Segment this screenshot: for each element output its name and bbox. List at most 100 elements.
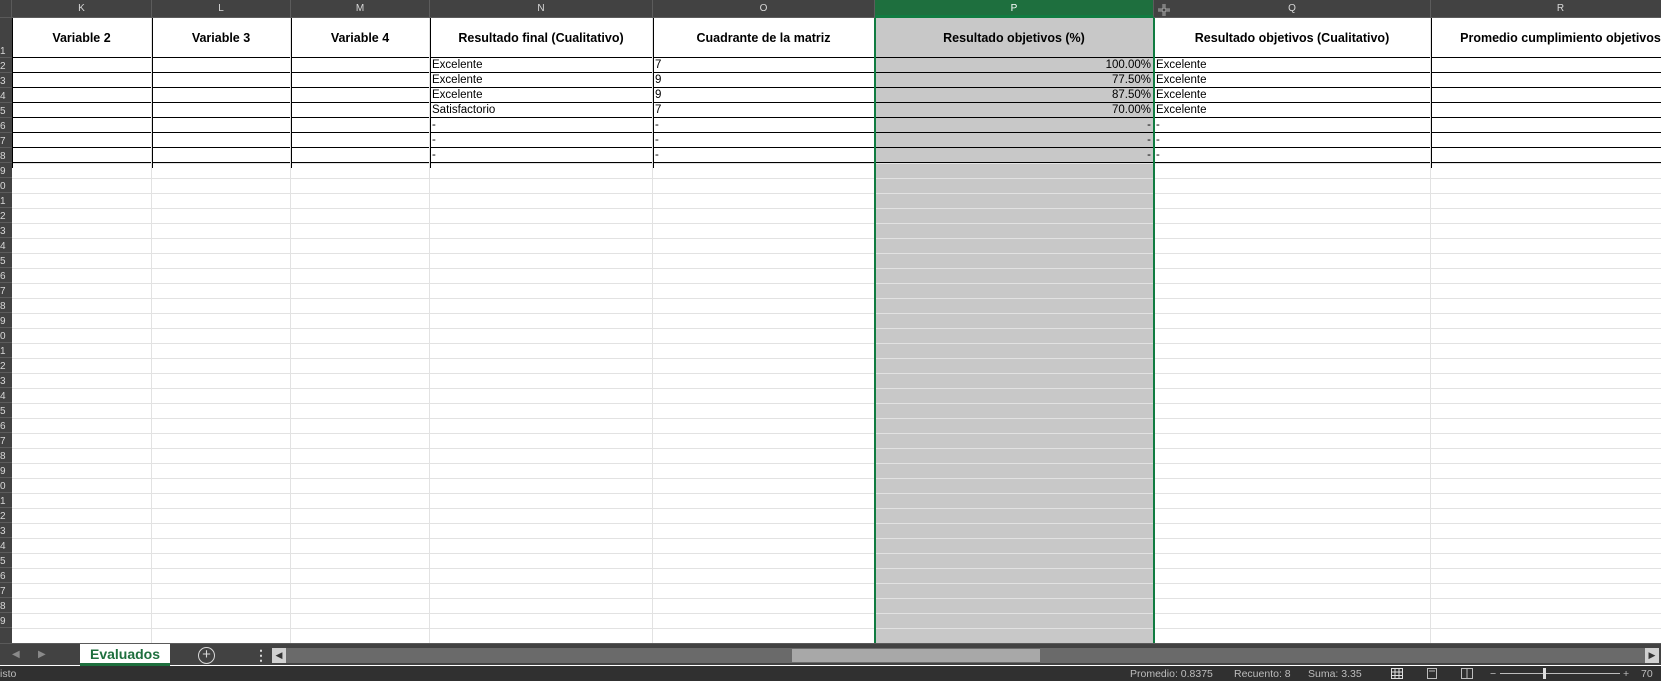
cell-k8[interactable]	[12, 148, 151, 163]
cell-p5[interactable]: 70.00%	[875, 103, 1153, 118]
row-header[interactable]: 9	[0, 613, 12, 628]
row-header[interactable]: 2	[0, 58, 12, 73]
cell-o2[interactable]: 7	[653, 58, 874, 73]
next-sheet-icon[interactable]: ▶	[38, 644, 46, 666]
row-header[interactable]: 1	[0, 193, 12, 208]
cell-o6[interactable]: -	[653, 118, 874, 133]
row-header[interactable]: 3	[0, 523, 12, 538]
cell-m8[interactable]	[291, 148, 429, 163]
cell-m3[interactable]	[291, 73, 429, 88]
row-header[interactable]: 0	[0, 478, 12, 493]
cell-p8[interactable]: -	[875, 148, 1153, 163]
cell-p6[interactable]: -	[875, 118, 1153, 133]
header-cell-l[interactable]: Variable 3	[152, 18, 290, 58]
cell-l3[interactable]	[152, 73, 290, 88]
normal-view-icon[interactable]	[1391, 668, 1403, 679]
cell-l7[interactable]	[152, 133, 290, 148]
cell-m2[interactable]	[291, 58, 429, 73]
row-header[interactable]: 7	[0, 433, 12, 448]
row-header[interactable]: 4	[0, 88, 12, 103]
cell-l2[interactable]	[152, 58, 290, 73]
column-header-l[interactable]: L	[152, 0, 291, 18]
zoom-in-icon[interactable]: +	[1623, 668, 1629, 680]
row-header[interactable]: 2	[0, 358, 12, 373]
row-header[interactable]: 4	[0, 538, 12, 553]
column-header-p[interactable]: P	[875, 0, 1154, 18]
cell-q8[interactable]: -	[1154, 148, 1430, 163]
row-header[interactable]: 3	[0, 223, 12, 238]
row-header[interactable]: 7	[0, 283, 12, 298]
cell-n6[interactable]: -	[430, 118, 652, 133]
zoom-slider-knob[interactable]	[1543, 668, 1546, 679]
cell-q6[interactable]: -	[1154, 118, 1430, 133]
cell-o7[interactable]: -	[653, 133, 874, 148]
zoom-out-icon[interactable]: −	[1490, 668, 1496, 680]
cell-m7[interactable]	[291, 133, 429, 148]
row-header[interactable]: 6	[0, 568, 12, 583]
row-header[interactable]: 4	[0, 238, 12, 253]
zoom-slider[interactable]	[1500, 673, 1620, 674]
cell-p7[interactable]: -	[875, 133, 1153, 148]
zoom-level[interactable]: 70	[1641, 668, 1653, 680]
column-header-o[interactable]: O	[653, 0, 875, 18]
row-header[interactable]: 5	[0, 403, 12, 418]
row-header[interactable]: 0	[0, 178, 12, 193]
cell-r5[interactable]	[1431, 103, 1661, 118]
cell-l8[interactable]	[152, 148, 290, 163]
cell-o4[interactable]: 9	[653, 88, 874, 103]
cell-p4[interactable]: 87.50%	[875, 88, 1153, 103]
row-header[interactable]: 3	[0, 373, 12, 388]
cell-p3[interactable]: 77.50%	[875, 73, 1153, 88]
row-header[interactable]: 4	[0, 388, 12, 403]
row-header[interactable]: 8	[0, 448, 12, 463]
select-all-corner[interactable]	[0, 0, 12, 18]
cell-n2[interactable]: Excelente	[430, 58, 652, 73]
page-break-view-icon[interactable]	[1461, 668, 1473, 679]
row-header[interactable]: 1	[0, 343, 12, 358]
cell-r8[interactable]	[1431, 148, 1661, 163]
cell-n8[interactable]: -	[430, 148, 652, 163]
cell-grid[interactable]: Variable 2 Variable 3 Variable 4 Resultado …	[12, 18, 1661, 643]
row-header[interactable]: 6	[0, 268, 12, 283]
more-options-icon[interactable]: ⋮	[254, 644, 268, 666]
column-header-k[interactable]: K	[12, 0, 152, 18]
column-header-m[interactable]: M	[291, 0, 430, 18]
cell-n7[interactable]: -	[430, 133, 652, 148]
cell-l6[interactable]	[152, 118, 290, 133]
cell-l5[interactable]	[152, 103, 290, 118]
cell-q7[interactable]: -	[1154, 133, 1430, 148]
row-header[interactable]: 8	[0, 148, 12, 163]
row-header[interactable]: 8	[0, 598, 12, 613]
row-header[interactable]: 7	[0, 133, 12, 148]
cell-q5[interactable]: Excelente	[1154, 103, 1430, 118]
row-header[interactable]: 1	[0, 493, 12, 508]
column-header-q[interactable]: Q	[1154, 0, 1431, 18]
row-header[interactable]: 2	[0, 508, 12, 523]
row-header[interactable]: 9	[0, 313, 12, 328]
cell-p2[interactable]: 100.00%	[875, 58, 1153, 73]
header-cell-r[interactable]: Promedio cumplimiento objetivos	[1431, 18, 1661, 58]
cell-n5[interactable]: Satisfactorio	[430, 103, 652, 118]
cell-k4[interactable]	[12, 88, 151, 103]
header-cell-n[interactable]: Resultado final (Cualitativo)	[430, 18, 652, 58]
cell-q3[interactable]: Excelente	[1154, 73, 1430, 88]
cell-m5[interactable]	[291, 103, 429, 118]
header-cell-k[interactable]: Variable 2	[12, 18, 151, 58]
cell-r2[interactable]	[1431, 58, 1661, 73]
cell-k2[interactable]	[12, 58, 151, 73]
cell-r4[interactable]	[1431, 88, 1661, 103]
row-header[interactable]: 9	[0, 463, 12, 478]
row-header[interactable]: 9	[0, 163, 12, 178]
spreadsheet-area[interactable]: KLMNOPQR 1234567890123456789012345678901…	[0, 0, 1661, 643]
cell-q4[interactable]: Excelente	[1154, 88, 1430, 103]
row-header[interactable]: 0	[0, 328, 12, 343]
prev-sheet-icon[interactable]: ◀	[12, 644, 20, 666]
cell-o8[interactable]: -	[653, 148, 874, 163]
cell-m6[interactable]	[291, 118, 429, 133]
row-header[interactable]: 5	[0, 103, 12, 118]
column-header-r[interactable]: R	[1431, 0, 1661, 18]
cell-k5[interactable]	[12, 103, 151, 118]
cell-n4[interactable]: Excelente	[430, 88, 652, 103]
row-header[interactable]: 8	[0, 298, 12, 313]
cell-k3[interactable]	[12, 73, 151, 88]
